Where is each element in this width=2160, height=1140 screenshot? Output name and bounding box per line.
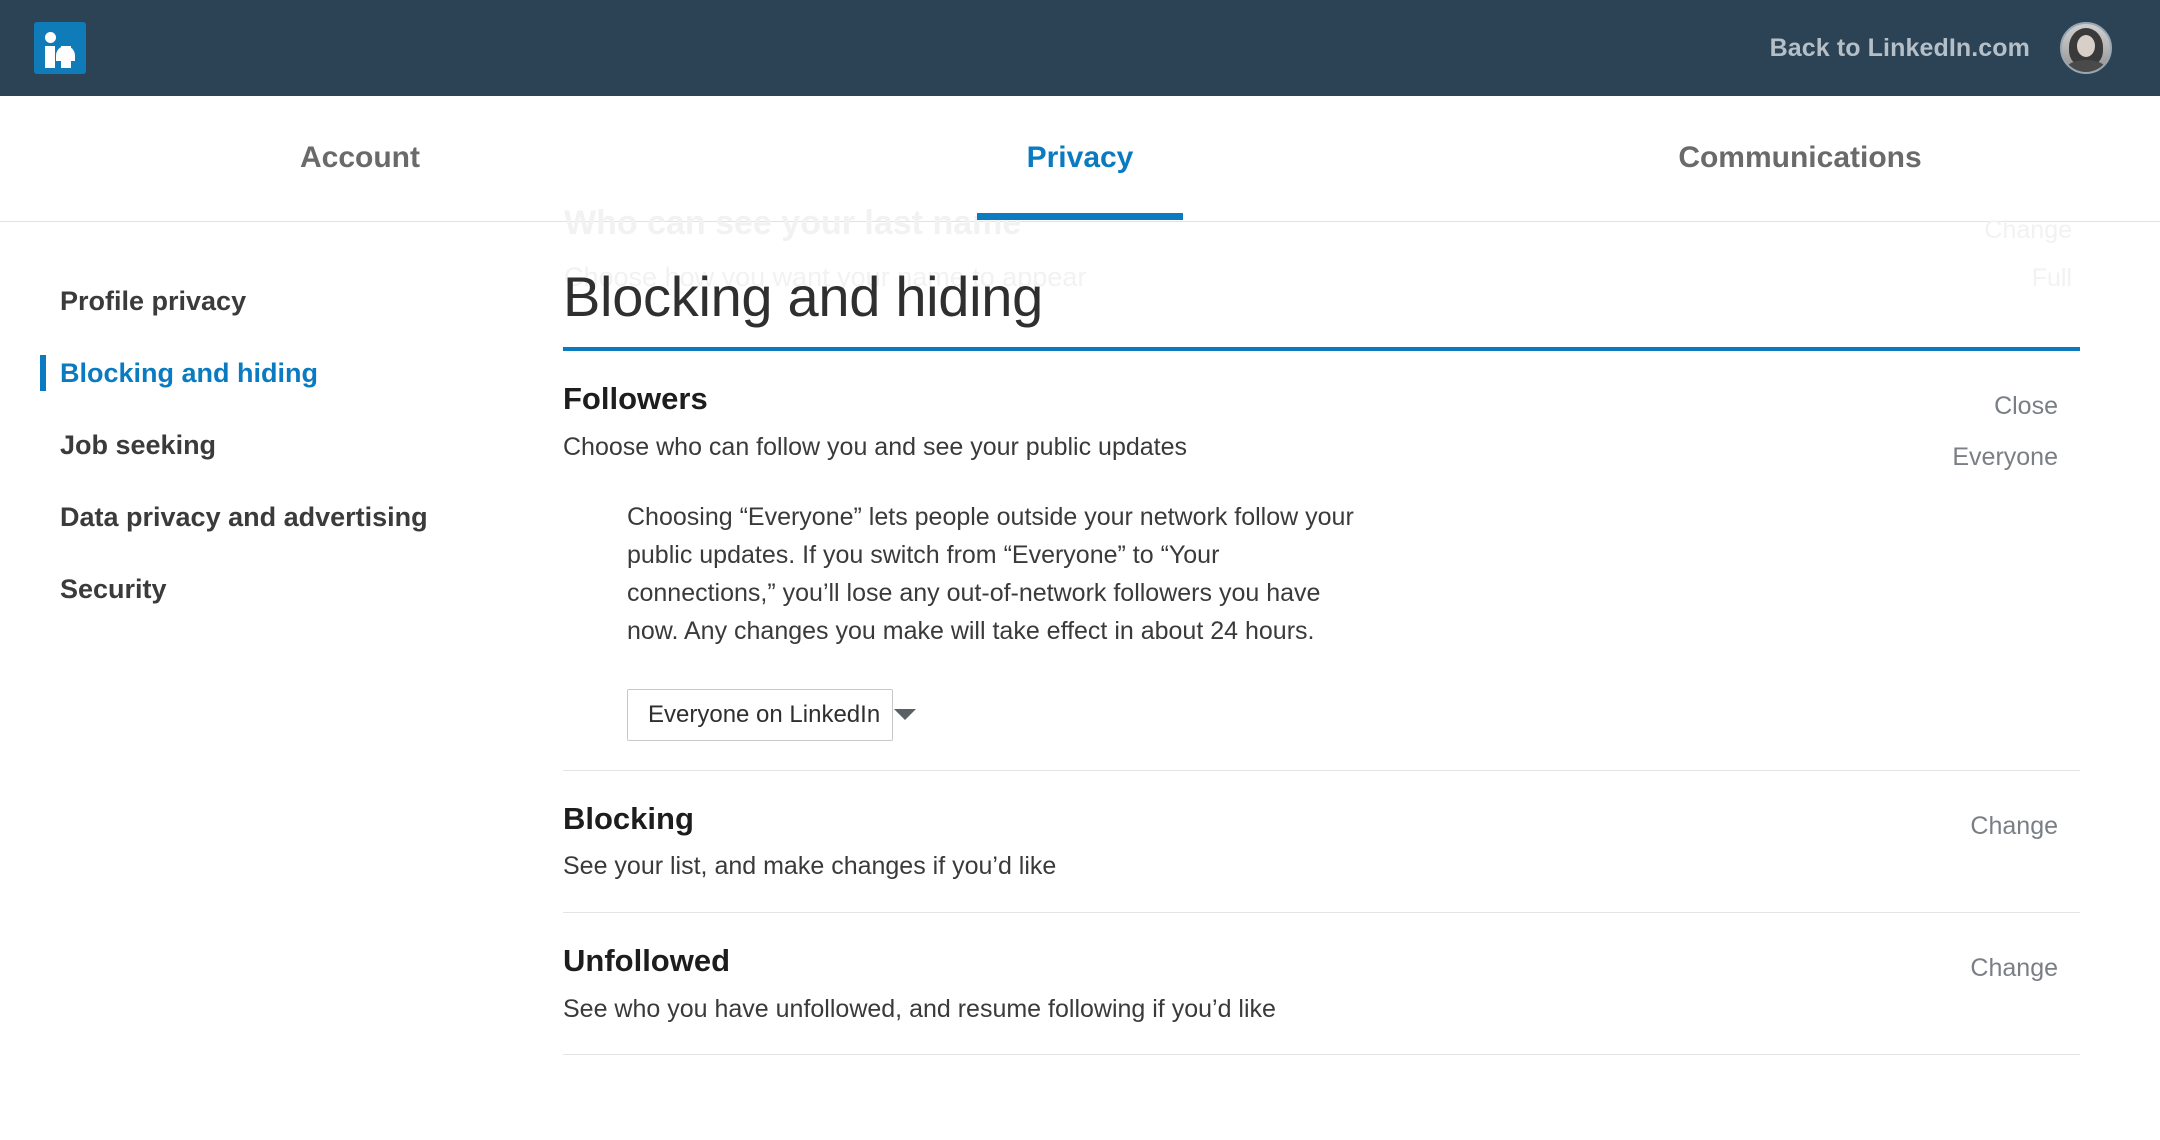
section-followers-subtitle: Choose who can follow you and see your p… [563, 433, 1188, 462]
settings-sidebar: Profile privacy Blocking and hiding Job … [0, 265, 560, 625]
section-unfollowed-title: Unfollowed [563, 942, 731, 978]
section-blocking-title: Blocking [563, 800, 694, 836]
tab-active-underline [977, 213, 1183, 220]
sidebar-item-profile-privacy[interactable]: Profile privacy [0, 265, 560, 337]
section-followers-expanded-body: Choosing “Everyone” lets people outside … [563, 464, 2080, 741]
section-followers-close-link[interactable]: Close [1994, 392, 2058, 421]
settings-content: Blocking and hiding Followers Choose who… [563, 265, 2080, 1056]
section-unfollowed-change-link[interactable]: Change [1970, 954, 2058, 983]
sidebar-item-security[interactable]: Security [0, 553, 560, 625]
section-unfollowed: Unfollowed See who you have unfollowed, … [563, 913, 2080, 1056]
section-unfollowed-subtitle: See who you have unfollowed, and resume … [563, 994, 1276, 1023]
tab-privacy[interactable]: Privacy [720, 96, 1440, 220]
tab-privacy-label: Privacy [1026, 141, 1134, 174]
divider-after-unfollowed [563, 1054, 2080, 1056]
chevron-down-icon [894, 709, 917, 721]
top-navigation-bar: Back to LinkedIn.com [0, 0, 2160, 96]
sidebar-item-job-seeking[interactable]: Job seeking [0, 409, 560, 481]
section-blocking-subtitle: See your list, and make changes if you’d… [563, 852, 1057, 881]
section-followers-title: Followers [563, 381, 708, 417]
tab-account[interactable]: Account [0, 96, 720, 220]
section-followers-description: Choosing “Everyone” lets people outside … [627, 502, 1354, 646]
linkedin-logo-icon[interactable] [34, 22, 86, 74]
section-followers-value: Everyone [1952, 443, 2058, 472]
avatar-face [2077, 35, 2095, 57]
section-followers: Followers Choose who can follow you and … [563, 351, 2080, 771]
back-to-linkedin-link[interactable]: Back to LinkedIn.com [1770, 34, 2030, 63]
sidebar-item-data-privacy-and-advertising[interactable]: Data privacy and advertising [0, 481, 560, 553]
settings-tabs-bar: Who can see your last name Choose how yo… [0, 96, 2160, 292]
sidebar-item-blocking-and-hiding[interactable]: Blocking and hiding [0, 337, 560, 409]
tab-communications[interactable]: Communications [1440, 96, 2160, 220]
ghost-previous-section-action: Change [1984, 216, 2072, 244]
page-title: Blocking and hiding [563, 265, 1043, 328]
tab-list: Account Privacy Communications [0, 96, 2160, 220]
logo-dot [45, 32, 56, 43]
section-blocking: Blocking See your list, and make changes… [563, 771, 2080, 913]
avatar[interactable] [2060, 22, 2112, 74]
logo-n-arch [56, 46, 75, 61]
logo-i-stem [45, 46, 55, 68]
avatar-shoulders [2066, 60, 2106, 72]
followers-visibility-selected-value: Everyone on LinkedIn [648, 700, 881, 728]
section-blocking-change-link[interactable]: Change [1970, 812, 2058, 841]
followers-visibility-select[interactable]: Everyone on LinkedIn [627, 688, 917, 741]
